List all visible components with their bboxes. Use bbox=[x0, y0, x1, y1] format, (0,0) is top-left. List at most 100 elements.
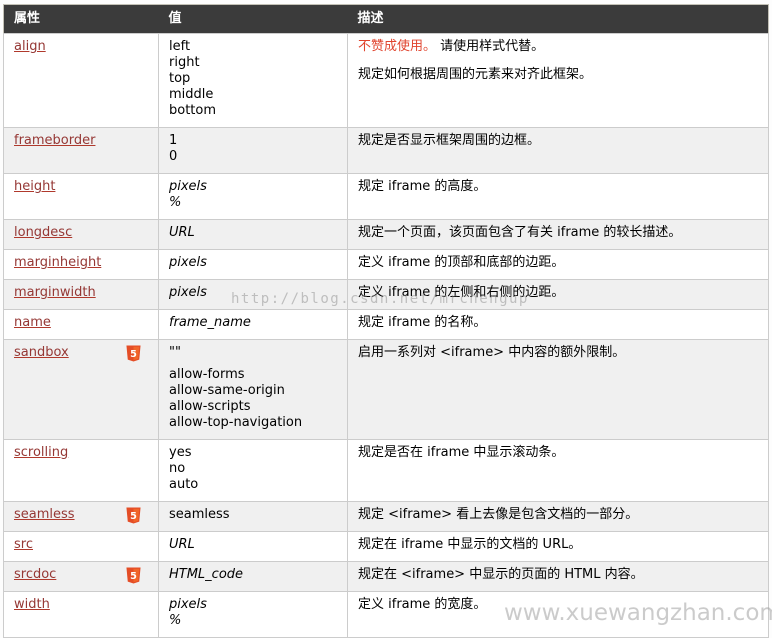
html5-badge-icon: 5 bbox=[126, 507, 141, 524]
column-header-attribute: 属性 bbox=[4, 5, 159, 34]
value-line: auto bbox=[169, 477, 337, 493]
description-cell: 规定 <iframe> 看上去像是包含文档的一部分。 bbox=[348, 502, 769, 532]
table-row: marginheight pixels 定义 iframe 的顶部和底部的边距。 bbox=[4, 250, 769, 280]
value-line: % bbox=[169, 613, 337, 629]
description-text: 规定在 iframe 中显示的文档的 URL。 bbox=[358, 537, 758, 553]
attribute-cell: seamless 5 bbox=[4, 502, 159, 532]
value-cell: frame_name bbox=[159, 310, 348, 340]
value-line: allow-scripts bbox=[169, 399, 337, 415]
table-row: scrolling yesnoauto 规定是否在 iframe 中显示滚动条。 bbox=[4, 440, 769, 502]
value-group: allow-formsallow-same-originallow-script… bbox=[169, 367, 337, 431]
attribute-link[interactable]: scrolling bbox=[14, 445, 68, 460]
description-text: 规定 <iframe> 看上去像是包含文档的一部分。 bbox=[358, 507, 758, 523]
iframe-attributes-table: 属性 值 描述 align leftrighttopmiddlebottom 不… bbox=[3, 4, 769, 638]
attribute-cell: scrolling bbox=[4, 440, 159, 502]
svg-text:5: 5 bbox=[130, 511, 137, 522]
description-cell: 规定在 <iframe> 中显示的页面的 HTML 内容。 bbox=[348, 562, 769, 592]
attribute-link[interactable]: width bbox=[14, 597, 50, 612]
value-line: yes bbox=[169, 445, 337, 461]
description-cell: 不赞成使用。 请使用样式代替。规定如何根据周围的元素来对齐此框架。 bbox=[348, 34, 769, 128]
attribute-cell: frameborder bbox=[4, 128, 159, 174]
value-cell: pixels% bbox=[159, 174, 348, 220]
attribute-link[interactable]: seamless bbox=[14, 507, 75, 522]
attribute-link[interactable]: sandbox bbox=[14, 345, 69, 360]
value-group: seamless bbox=[169, 507, 337, 523]
value-group: "" bbox=[169, 345, 337, 361]
value-line: URL bbox=[169, 225, 337, 241]
description-cell: 规定 iframe 的名称。 bbox=[348, 310, 769, 340]
attribute-link[interactable]: marginwidth bbox=[14, 285, 96, 300]
description-text: 规定 iframe 的名称。 bbox=[358, 315, 758, 331]
value-cell: leftrighttopmiddlebottom bbox=[159, 34, 348, 128]
value-line: right bbox=[169, 55, 337, 71]
table-row: src URL 规定在 iframe 中显示的文档的 URL。 bbox=[4, 532, 769, 562]
attribute-cell: align bbox=[4, 34, 159, 128]
value-line: bottom bbox=[169, 103, 337, 119]
attribute-link[interactable]: longdesc bbox=[14, 225, 72, 240]
table-row: longdesc URL 规定一个页面，该页面包含了有关 iframe 的较长描… bbox=[4, 220, 769, 250]
description-cell: 定义 iframe 的左侧和右侧的边距。 bbox=[348, 280, 769, 310]
value-group: pixels bbox=[169, 255, 337, 271]
attribute-link[interactable]: height bbox=[14, 179, 55, 194]
value-line: pixels bbox=[169, 179, 337, 195]
attribute-link[interactable]: frameborder bbox=[14, 133, 95, 148]
value-group: 10 bbox=[169, 133, 337, 165]
value-group: pixels bbox=[169, 285, 337, 301]
attribute-link[interactable]: align bbox=[14, 39, 46, 54]
description-text: 启用一系列对 <iframe> 中内容的额外限制。 bbox=[358, 345, 758, 361]
attribute-link[interactable]: src bbox=[14, 537, 33, 552]
value-cell: yesnoauto bbox=[159, 440, 348, 502]
deprecated-text: 不赞成使用。 bbox=[358, 39, 436, 54]
description-cell: 定义 iframe 的顶部和底部的边距。 bbox=[348, 250, 769, 280]
description-text: 定义 iframe 的宽度。 bbox=[358, 597, 758, 613]
description-text: 规定在 <iframe> 中显示的页面的 HTML 内容。 bbox=[358, 567, 758, 583]
table-header-row: 属性 值 描述 bbox=[4, 5, 769, 34]
table-row: srcdoc 5 HTML_code 规定在 <iframe> 中显示的页面的 … bbox=[4, 562, 769, 592]
column-header-value: 值 bbox=[159, 5, 348, 34]
table-row: align leftrighttopmiddlebottom 不赞成使用。 请使… bbox=[4, 34, 769, 128]
attribute-cell: height bbox=[4, 174, 159, 220]
attribute-link[interactable]: marginheight bbox=[14, 255, 101, 270]
attribute-cell: name bbox=[4, 310, 159, 340]
table-row: frameborder 10 规定是否显示框架周围的边框。 bbox=[4, 128, 769, 174]
attribute-cell: src bbox=[4, 532, 159, 562]
value-cell: URL bbox=[159, 220, 348, 250]
attribute-link[interactable]: name bbox=[14, 315, 51, 330]
value-line: pixels bbox=[169, 285, 337, 301]
description-cell: 规定是否在 iframe 中显示滚动条。 bbox=[348, 440, 769, 502]
svg-text:5: 5 bbox=[130, 349, 137, 360]
value-cell: pixels bbox=[159, 280, 348, 310]
value-line: left bbox=[169, 39, 337, 55]
attribute-link[interactable]: srcdoc bbox=[14, 567, 56, 582]
description-text: 规定如何根据周围的元素来对齐此框架。 bbox=[358, 67, 758, 83]
description-cell: 规定 iframe 的高度。 bbox=[348, 174, 769, 220]
value-line: allow-same-origin bbox=[169, 383, 337, 399]
value-line: middle bbox=[169, 87, 337, 103]
column-header-description: 描述 bbox=[348, 5, 769, 34]
description-cell: 规定是否显示框架周围的边框。 bbox=[348, 128, 769, 174]
table-row: name frame_name 规定 iframe 的名称。 bbox=[4, 310, 769, 340]
attribute-cell: marginwidth bbox=[4, 280, 159, 310]
attribute-cell: marginheight bbox=[4, 250, 159, 280]
table-row: height pixels% 规定 iframe 的高度。 bbox=[4, 174, 769, 220]
description-cell: 启用一系列对 <iframe> 中内容的额外限制。 bbox=[348, 340, 769, 440]
value-cell: URL bbox=[159, 532, 348, 562]
description-cell: 规定一个页面，该页面包含了有关 iframe 的较长描述。 bbox=[348, 220, 769, 250]
html5-badge-icon: 5 bbox=[126, 567, 141, 584]
value-line: "" bbox=[169, 345, 337, 361]
attribute-cell: srcdoc 5 bbox=[4, 562, 159, 592]
value-line: pixels bbox=[169, 255, 337, 271]
description-text: 规定是否显示框架周围的边框。 bbox=[358, 133, 758, 149]
description-text: 定义 iframe 的顶部和底部的边距。 bbox=[358, 255, 758, 271]
value-cell: HTML_code bbox=[159, 562, 348, 592]
html5-badge-icon: 5 bbox=[126, 345, 141, 362]
value-group: frame_name bbox=[169, 315, 337, 331]
value-cell: seamless bbox=[159, 502, 348, 532]
value-line: no bbox=[169, 461, 337, 477]
value-group: pixels% bbox=[169, 179, 337, 211]
value-group: URL bbox=[169, 537, 337, 553]
value-line: 1 bbox=[169, 133, 337, 149]
value-line: 0 bbox=[169, 149, 337, 165]
value-line: frame_name bbox=[169, 315, 337, 331]
description-text: 规定是否在 iframe 中显示滚动条。 bbox=[358, 445, 758, 461]
